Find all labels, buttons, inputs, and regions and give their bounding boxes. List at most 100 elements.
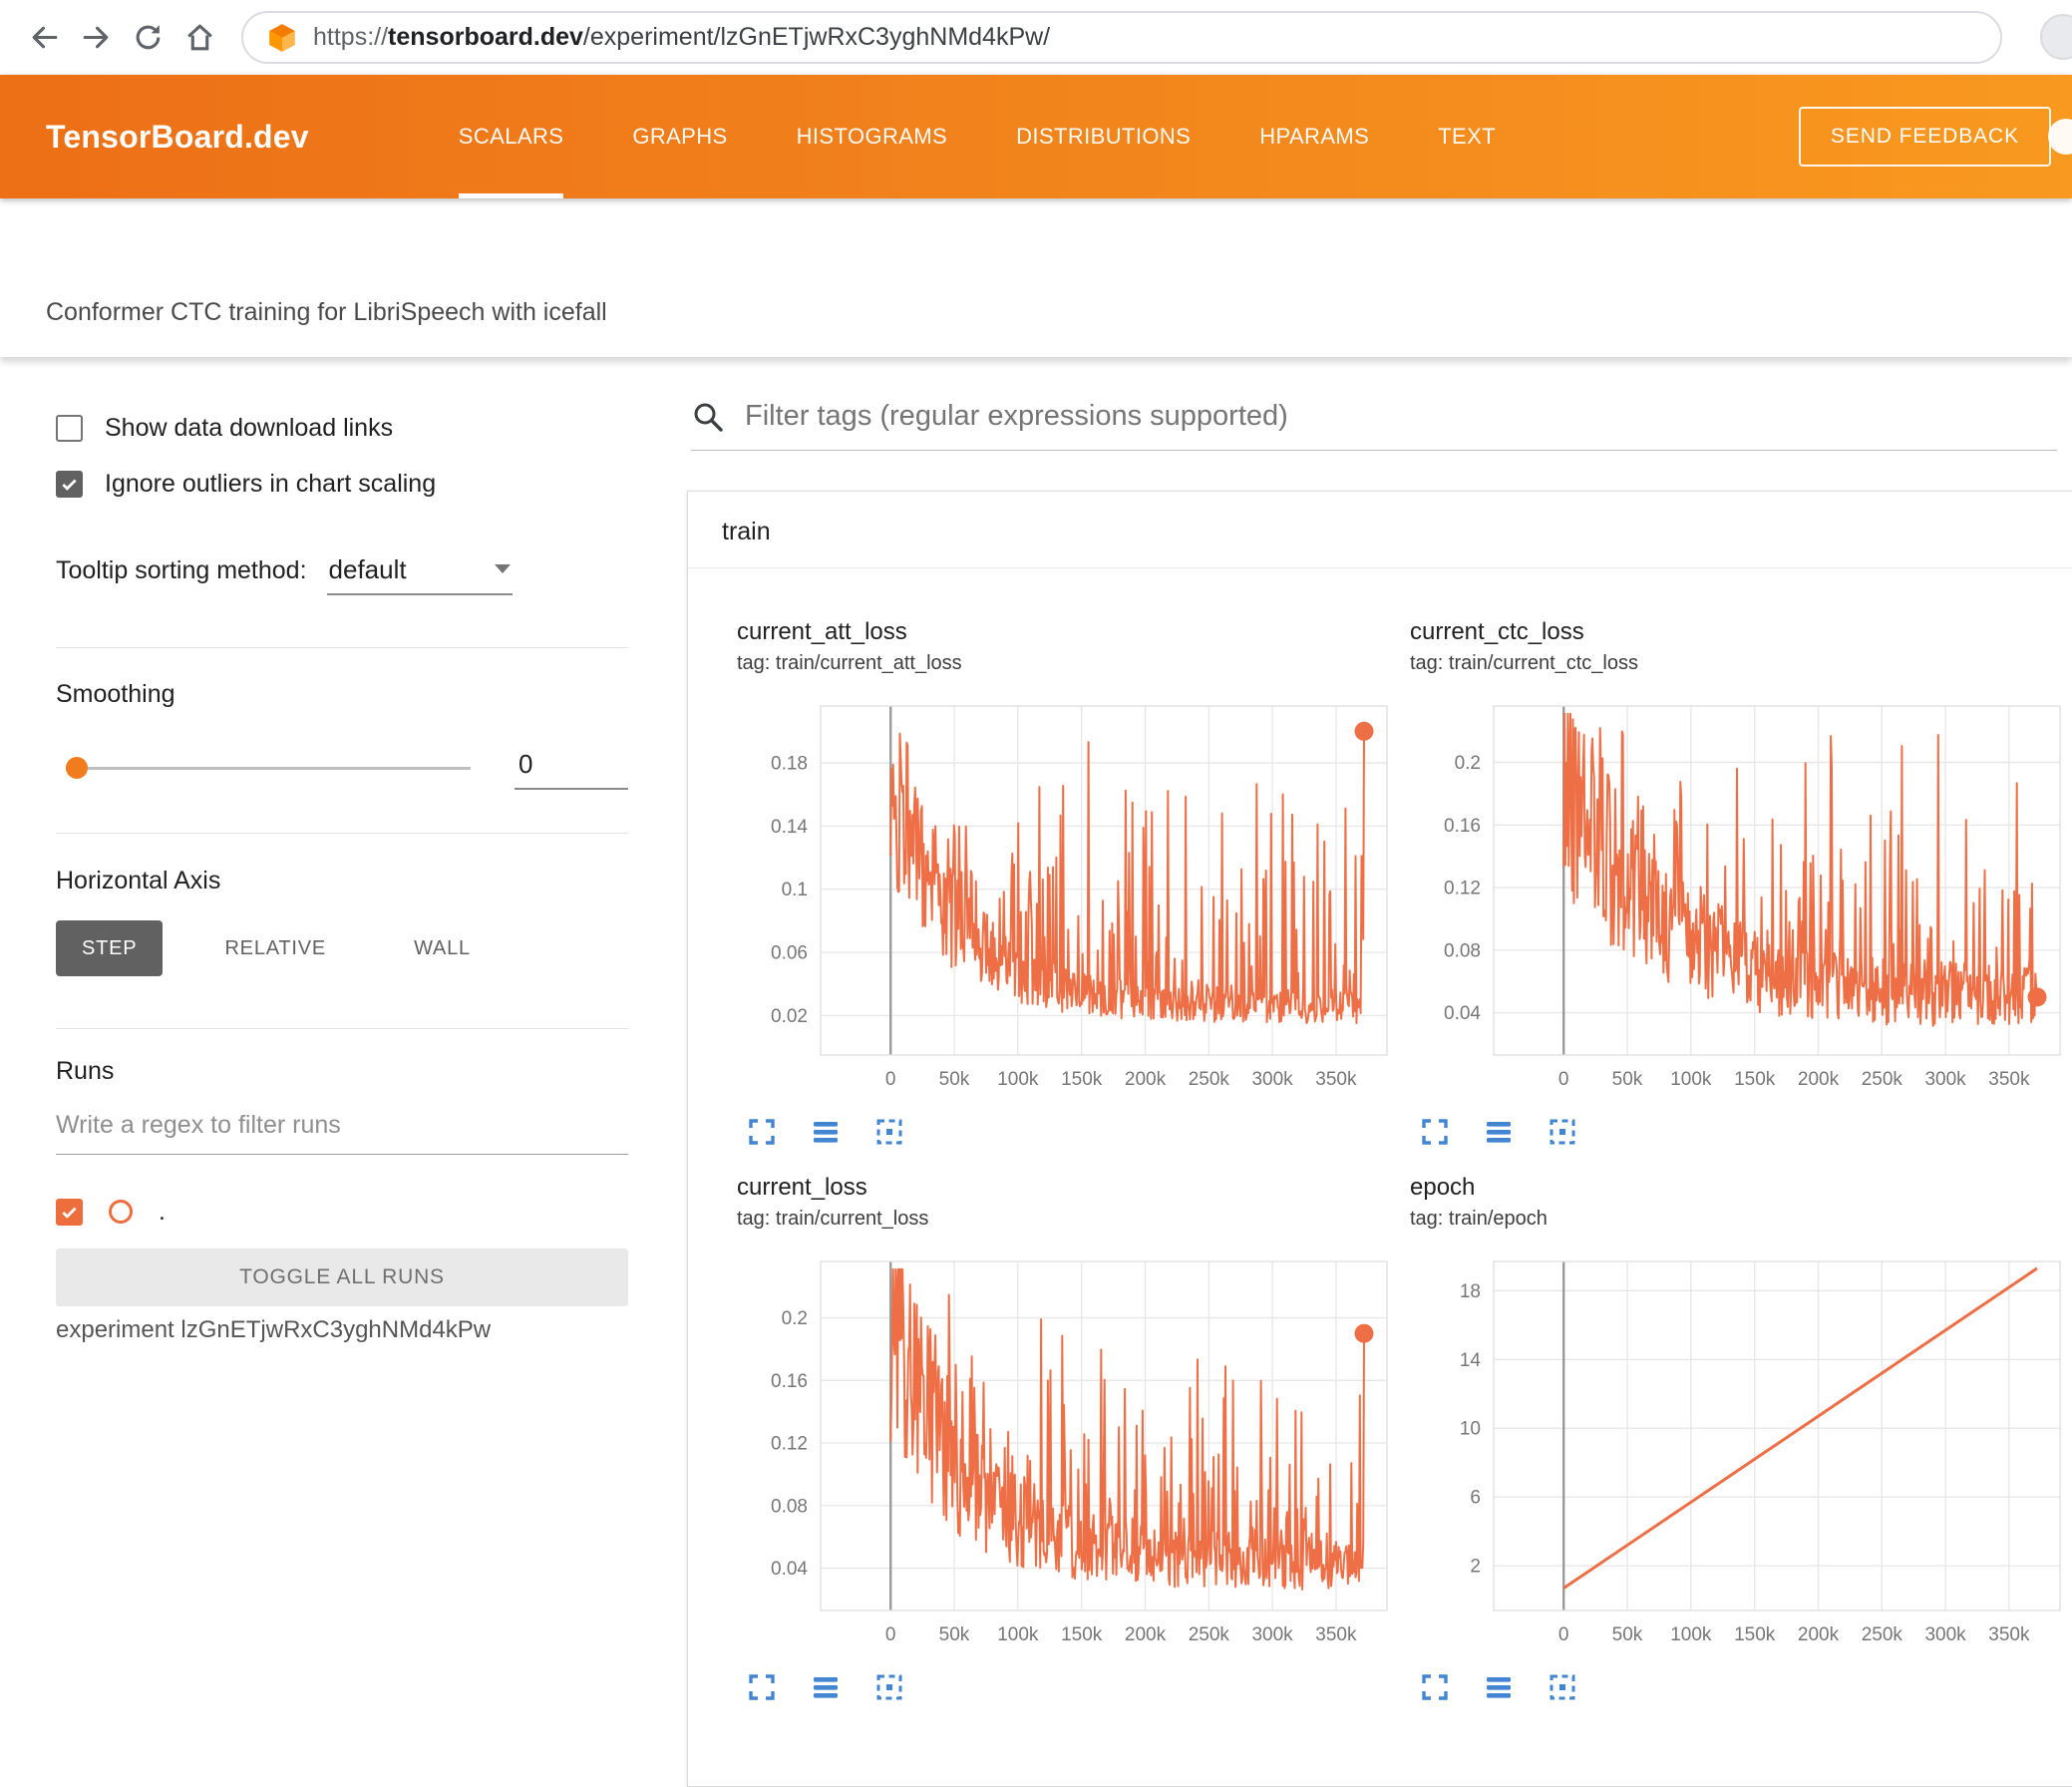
chart-title: current_ctc_loss bbox=[1410, 618, 1584, 645]
svg-text:14: 14 bbox=[1460, 1350, 1482, 1371]
chart-plot[interactable]: 2 6 10 14 18 0 50k 100k 150k 200k 250k 300k 350k bbox=[1410, 1255, 2072, 1654]
tab-text[interactable]: TEXT bbox=[1438, 75, 1496, 198]
expand-chart-button[interactable] bbox=[1418, 1115, 1452, 1149]
svg-text:50k: 50k bbox=[939, 1069, 970, 1090]
fit-domain-button[interactable] bbox=[872, 1115, 906, 1149]
step-button[interactable]: STEP bbox=[56, 920, 164, 976]
chart-title: current_loss bbox=[737, 1174, 867, 1201]
tag-filter-input[interactable] bbox=[743, 399, 2057, 434]
svg-text:0.2: 0.2 bbox=[782, 1308, 808, 1329]
checkbox-label: Show data download links bbox=[105, 413, 394, 442]
runs-selector-button[interactable] bbox=[1482, 1670, 1516, 1704]
tab-graphs[interactable]: GRAPHS bbox=[632, 75, 727, 198]
chart-plot[interactable]: 0.02 0.06 0.1 0.14 0.18 0 50k 100k 150k 200k 250k 3… bbox=[737, 700, 1410, 1099]
chart-tag: tag: train/current_ctc_loss bbox=[1410, 652, 1638, 674]
fit-domain-button[interactable] bbox=[1546, 1670, 1579, 1704]
home-button[interactable] bbox=[173, 12, 225, 64]
run-name: . bbox=[159, 1197, 166, 1226]
expand-icon bbox=[1422, 1674, 1448, 1700]
chart-tag: tag: train/current_att_loss bbox=[737, 652, 962, 674]
account-avatar[interactable] bbox=[2048, 119, 2072, 155]
smoothing-label: Smoothing bbox=[56, 680, 175, 708]
forward-button[interactable] bbox=[70, 12, 122, 64]
expand-icon bbox=[1422, 1119, 1448, 1145]
tab-hparams[interactable]: HPARAMS bbox=[1259, 75, 1369, 198]
url-text: https://tensorboard.dev/experiment/lzGnE… bbox=[313, 23, 1051, 51]
runs-filter-input[interactable] bbox=[56, 1107, 628, 1155]
chart-block: current_att_loss tag: train/current_att_… bbox=[737, 618, 1410, 1149]
chart-plot[interactable]: 0.04 0.08 0.12 0.16 0.2 0 50k 100k 150k 200k 250k 3… bbox=[1410, 700, 2072, 1099]
divider bbox=[56, 833, 628, 834]
toggle-all-runs-button[interactable]: TOGGLE ALL RUNS bbox=[56, 1249, 628, 1306]
tab-scalars[interactable]: SCALARS bbox=[458, 75, 564, 198]
smoothing-value-input[interactable]: 0 bbox=[515, 747, 628, 790]
wall-button[interactable]: WALL bbox=[388, 920, 497, 976]
runs-selector-button[interactable] bbox=[809, 1115, 843, 1149]
chart-tag: tag: train/epoch bbox=[1410, 1208, 1548, 1230]
run-row[interactable]: . bbox=[56, 1197, 628, 1227]
tab-distributions[interactable]: DISTRIBUTIONS bbox=[1016, 75, 1191, 198]
svg-text:0.16: 0.16 bbox=[771, 1371, 808, 1392]
ignore-outliers-checkbox[interactable]: Ignore outliers in chart scaling bbox=[56, 469, 628, 499]
scalars-main: train current_att_loss tag: train/curren… bbox=[663, 357, 2072, 1787]
svg-text:50k: 50k bbox=[1612, 1069, 1643, 1090]
horizontal-axis-label: Horizontal Axis bbox=[56, 867, 221, 894]
smoothing-slider[interactable] bbox=[66, 757, 471, 779]
reload-icon bbox=[136, 25, 160, 50]
chart-toolbar bbox=[1418, 1670, 2072, 1704]
relative-button[interactable]: RELATIVE bbox=[198, 920, 352, 976]
checkbox-label: Ignore outliers in chart scaling bbox=[105, 469, 437, 498]
runs-selector-button[interactable] bbox=[1482, 1115, 1516, 1149]
fit-domain-icon bbox=[1550, 1674, 1575, 1700]
svg-text:200k: 200k bbox=[1798, 1624, 1840, 1645]
lines-icon bbox=[814, 1677, 838, 1698]
svg-text:0.08: 0.08 bbox=[1444, 940, 1481, 961]
svg-text:10: 10 bbox=[1460, 1419, 1481, 1440]
chart-toolbar bbox=[745, 1670, 1410, 1704]
chart-block: current_ctc_loss tag: train/current_ctc_… bbox=[1410, 618, 2072, 1149]
fit-domain-button[interactable] bbox=[1546, 1115, 1579, 1149]
expand-chart-button[interactable] bbox=[1418, 1670, 1452, 1704]
chart-title: epoch bbox=[1410, 1174, 1476, 1201]
svg-text:0: 0 bbox=[1558, 1624, 1569, 1645]
fit-domain-button[interactable] bbox=[872, 1670, 906, 1704]
run-color-swatch bbox=[109, 1200, 133, 1224]
svg-text:50k: 50k bbox=[1612, 1624, 1643, 1645]
expand-chart-button[interactable] bbox=[745, 1115, 779, 1149]
show-download-links-checkbox[interactable]: Show data download links bbox=[56, 413, 628, 443]
svg-text:350k: 350k bbox=[1315, 1069, 1357, 1090]
experiment-title-bar: Conformer CTC training for LibriSpeech w… bbox=[0, 198, 2072, 357]
runs-label: Runs bbox=[56, 1057, 115, 1085]
send-feedback-button[interactable]: SEND FEEDBACK bbox=[1798, 107, 2051, 167]
home-icon bbox=[186, 24, 212, 51]
runs-selector-button[interactable] bbox=[809, 1670, 843, 1704]
svg-text:250k: 250k bbox=[1862, 1624, 1903, 1645]
tab-histograms[interactable]: HISTOGRAMS bbox=[797, 75, 948, 198]
group-header-train[interactable]: train bbox=[688, 492, 2072, 568]
checkbox-unchecked-icon bbox=[56, 414, 83, 442]
expand-chart-button[interactable] bbox=[745, 1670, 779, 1704]
reload-button[interactable] bbox=[122, 12, 173, 64]
experiment-title: Conformer CTC training for LibriSpeech w… bbox=[46, 298, 607, 326]
svg-text:350k: 350k bbox=[1315, 1624, 1357, 1645]
svg-text:150k: 150k bbox=[1734, 1069, 1776, 1090]
back-button[interactable] bbox=[18, 12, 70, 64]
svg-text:0.16: 0.16 bbox=[1444, 816, 1481, 837]
app-header: TensorBoard.dev SCALARS GRAPHS HISTOGRAM… bbox=[0, 75, 2072, 198]
main-nav: SCALARS GRAPHS HISTOGRAMS DISTRIBUTIONS … bbox=[458, 75, 1496, 198]
slider-thumb[interactable] bbox=[66, 757, 88, 779]
slider-track bbox=[66, 767, 471, 770]
train-card: train current_att_loss tag: train/curren… bbox=[687, 491, 2072, 1787]
chart-block: current_loss tag: train/current_loss 0.0… bbox=[737, 1174, 1410, 1704]
run-checkbox[interactable] bbox=[56, 1198, 83, 1226]
svg-text:18: 18 bbox=[1460, 1281, 1481, 1302]
profile-avatar[interactable] bbox=[2040, 14, 2072, 60]
svg-text:100k: 100k bbox=[1670, 1069, 1712, 1090]
svg-text:350k: 350k bbox=[1988, 1069, 2030, 1090]
url-bar[interactable]: https://tensorboard.dev/experiment/lzGnE… bbox=[241, 11, 2002, 64]
tooltip-sorting-select[interactable]: default bbox=[326, 554, 513, 595]
fit-domain-icon bbox=[876, 1119, 902, 1145]
svg-text:0.04: 0.04 bbox=[1444, 1003, 1481, 1024]
tensorboard-logo[interactable]: TensorBoard.dev bbox=[46, 119, 309, 156]
chart-plot[interactable]: 0.04 0.08 0.12 0.16 0.2 0 50k 100k 150k 200k 250k 3… bbox=[737, 1255, 1410, 1654]
